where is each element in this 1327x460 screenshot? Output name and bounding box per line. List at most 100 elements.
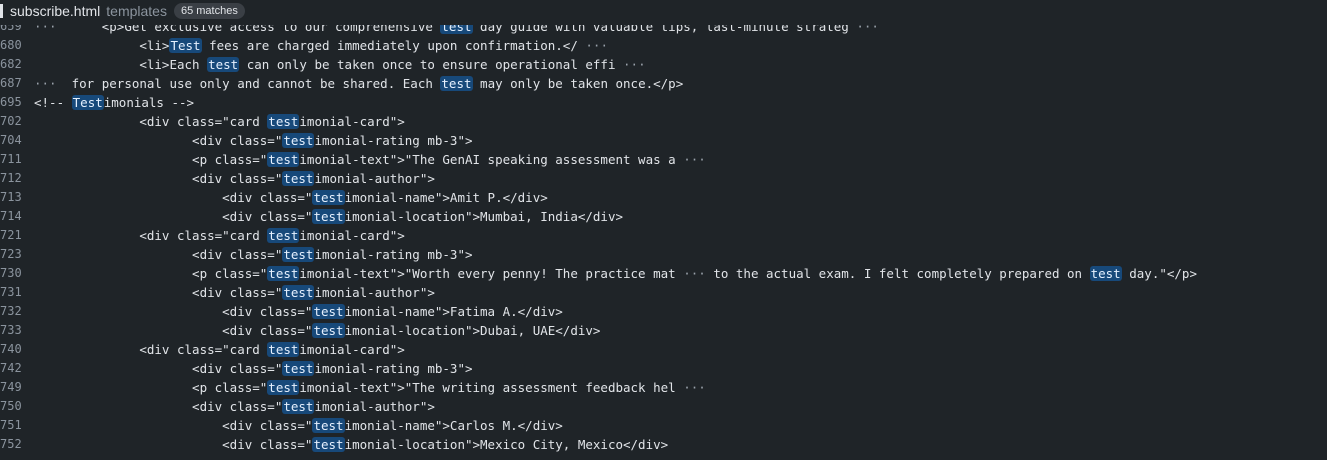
code-text: imonial-card"> — [299, 114, 405, 129]
search-result-line[interactable]: 750 <div class="testimonial-author"> — [0, 397, 1327, 416]
code-text: imonial-name">Fatima A.</div> — [344, 304, 563, 319]
file-result-header[interactable]: subscribe.html templates 65 matches — [0, 0, 1327, 22]
search-result-line[interactable]: 732 <div class="testimonial-name">Fatima… — [0, 302, 1327, 321]
code-text: imonial-text">"The writing assessment fe… — [299, 380, 684, 395]
code-text: day."</p> — [1121, 266, 1197, 281]
line-code: <div class="testimonial-rating mb-3"> — [34, 359, 473, 378]
line-code: <div class="card testimonial-card"> — [34, 112, 405, 131]
line-code: <div class="testimonial-name">Carlos M.<… — [34, 416, 563, 435]
search-result-line[interactable]: 733 <div class="testimonial-location">Du… — [0, 321, 1327, 340]
code-text: <div class=" — [34, 285, 283, 300]
code-text: <li>Each — [34, 57, 208, 72]
match-highlight: test — [312, 418, 345, 433]
code-text: <div class="card — [34, 342, 268, 357]
match-count-badge: 65 matches — [173, 3, 245, 19]
line-code: <div class="testimonial-author"> — [34, 397, 435, 416]
line-code: <div class="testimonial-name">Fatima A.<… — [34, 302, 563, 321]
search-result-line[interactable]: 687 ··· for personal use only and cannot … — [0, 74, 1327, 93]
search-result-line[interactable]: 723 <div class="testimonial-rating mb-3"… — [0, 245, 1327, 264]
search-result-line[interactable]: 751 <div class="testimonial-name">Carlos… — [0, 416, 1327, 435]
code-text: <div class=" — [34, 304, 313, 319]
truncation-ellipsis: ··· — [34, 76, 65, 91]
line-number: 723 — [0, 247, 22, 261]
search-result-line[interactable]: 714 <div class="testimonial-location">Mu… — [0, 207, 1327, 226]
code-text: imonial-author"> — [314, 399, 435, 414]
code-text: imonial-location">Dubai, UAE</div> — [344, 323, 601, 338]
line-code: <div class="testimonial-name">Amit P.</d… — [34, 188, 548, 207]
match-highlight: test — [282, 247, 315, 262]
line-number: 732 — [0, 304, 22, 318]
match-highlight: test — [267, 380, 300, 395]
search-results-list: 659 ··· <p>Get exclusive access to our co… — [0, 17, 1327, 454]
code-text: <li> — [34, 38, 170, 53]
line-number: 704 — [0, 133, 22, 147]
search-result-line[interactable]: 702 <div class="card testimonial-card"> — [0, 112, 1327, 131]
folder-name: templates — [106, 3, 167, 19]
code-text: imonial-rating mb-3"> — [314, 247, 473, 262]
line-code: <!-- Testimonials --> — [34, 93, 194, 112]
line-code: <li>Test fees are charged immediately up… — [34, 36, 608, 55]
search-result-line[interactable]: 713 <div class="testimonial-name">Amit P… — [0, 188, 1327, 207]
code-text: imonial-author"> — [314, 285, 435, 300]
code-text: <p class=" — [34, 380, 268, 395]
code-text: <div class=" — [34, 133, 283, 148]
code-text: <p class=" — [34, 152, 268, 167]
match-highlight: test — [440, 76, 473, 91]
line-code: <div class="card testimonial-card"> — [34, 226, 405, 245]
search-result-line[interactable]: 721 <div class="card testimonial-card"> — [0, 226, 1327, 245]
search-result-line[interactable]: 680 <li>Test fees are charged immediatel… — [0, 36, 1327, 55]
code-text: imonial-location">Mumbai, India</div> — [344, 209, 624, 224]
search-result-line[interactable]: 730 <p class="testimonial-text">"Worth e… — [0, 264, 1327, 283]
line-number: 702 — [0, 114, 22, 128]
line-code: <div class="testimonial-location">Mumbai… — [34, 207, 623, 226]
line-code: <div class="testimonial-rating mb-3"> — [34, 131, 473, 150]
line-number: 730 — [0, 266, 22, 280]
code-text: imonial-text">"Worth every penny! The pr… — [299, 266, 684, 281]
line-number: 680 — [0, 38, 22, 52]
line-code: <p class="testimonial-text">"Worth every… — [34, 264, 1197, 283]
truncation-ellipsis: ··· — [683, 152, 706, 167]
line-number: 733 — [0, 323, 22, 337]
code-text: may only be taken once.</p> — [472, 76, 684, 91]
match-highlight: Test — [71, 95, 104, 110]
match-highlight: test — [282, 285, 315, 300]
code-text: <div class=" — [34, 171, 283, 186]
collapse-indicator — [0, 4, 3, 18]
match-highlight: test — [267, 266, 300, 281]
search-result-line[interactable]: 742 <div class="testimonial-rating mb-3"… — [0, 359, 1327, 378]
line-number: 749 — [0, 380, 22, 394]
search-result-line[interactable]: 711 <p class="testimonial-text">"The Gen… — [0, 150, 1327, 169]
line-number: 721 — [0, 228, 22, 242]
match-highlight: test — [312, 437, 345, 452]
code-text: <div class=" — [34, 418, 313, 433]
line-number: 713 — [0, 190, 22, 204]
match-highlight: test — [1089, 266, 1122, 281]
code-text: <div class=" — [34, 437, 313, 452]
line-number: 714 — [0, 209, 22, 223]
match-highlight: test — [207, 57, 240, 72]
line-number: 711 — [0, 152, 22, 166]
line-number: 695 — [0, 95, 22, 109]
search-result-line[interactable]: 682 <li>Each test can only be taken once… — [0, 55, 1327, 74]
match-highlight: test — [267, 342, 300, 357]
line-number: 687 — [0, 76, 22, 90]
search-result-line[interactable]: 712 <div class="testimonial-author"> — [0, 169, 1327, 188]
line-code: <div class="testimonial-rating mb-3"> — [34, 245, 473, 264]
search-result-line[interactable]: 749 <p class="testimonial-text">"The wri… — [0, 378, 1327, 397]
code-text: <div class=" — [34, 209, 313, 224]
code-text: <div class=" — [34, 399, 283, 414]
code-text: <div class=" — [34, 323, 313, 338]
match-highlight: test — [282, 171, 315, 186]
match-highlight: test — [282, 133, 315, 148]
search-result-line[interactable]: 695 <!-- Testimonials --> — [0, 93, 1327, 112]
code-text: <p class=" — [34, 266, 268, 281]
code-text: fees are charged immediately upon confir… — [201, 38, 586, 53]
search-result-line[interactable]: 752 <div class="testimonial-location">Me… — [0, 435, 1327, 454]
line-number: 752 — [0, 437, 22, 451]
search-result-line[interactable]: 731 <div class="testimonial-author"> — [0, 283, 1327, 302]
match-highlight: test — [312, 190, 345, 205]
search-result-line[interactable]: 704 <div class="testimonial-rating mb-3"… — [0, 131, 1327, 150]
file-name[interactable]: subscribe.html — [10, 3, 100, 19]
line-number: 742 — [0, 361, 22, 375]
search-result-line[interactable]: 740 <div class="card testimonial-card"> — [0, 340, 1327, 359]
